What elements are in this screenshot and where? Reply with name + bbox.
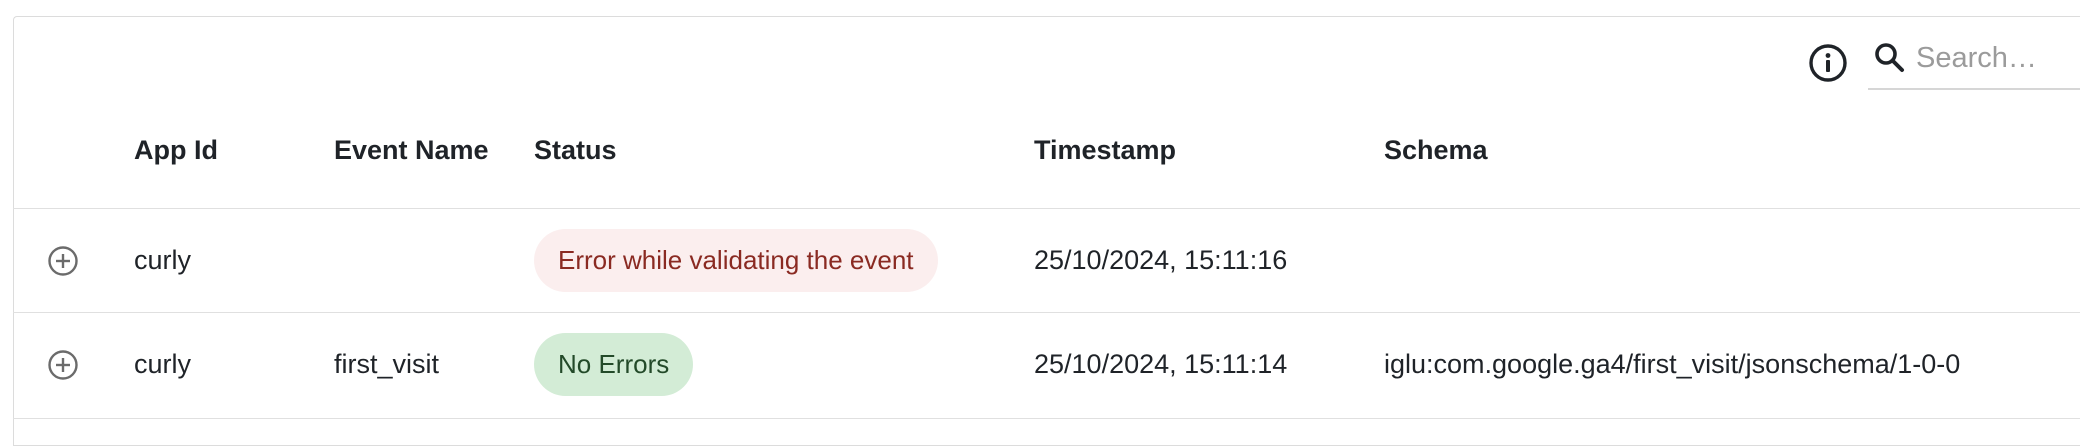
cell-timestamp: 25/10/2024, 15:11:14 — [1034, 349, 1288, 379]
column-header-status[interactable]: Status — [534, 135, 617, 166]
status-badge: No Errors — [534, 333, 694, 396]
column-header-app-id[interactable]: App Id — [134, 135, 218, 166]
column-header-schema[interactable]: Schema — [1384, 135, 1488, 166]
row-divider — [13, 312, 2080, 313]
cell-event-name: first_visit — [334, 349, 440, 379]
search-field[interactable] — [1868, 36, 2080, 90]
column-header-timestamp[interactable]: Timestamp — [1034, 135, 1176, 166]
search-icon — [1875, 43, 1904, 72]
info-icon[interactable] — [1808, 43, 1848, 83]
status-badge: Error while validating the event — [534, 229, 938, 292]
events-table-panel — [13, 16, 2080, 446]
expand-row-icon[interactable] — [47, 349, 79, 381]
cell-app-id: curly — [134, 349, 192, 379]
cell-app-id: curly — [134, 245, 192, 275]
cell-timestamp: 25/10/2024, 15:11:16 — [1034, 245, 1288, 275]
row-divider — [13, 418, 2080, 419]
cell-schema: iglu:com.google.ga4/first_visit/jsonsche… — [1384, 349, 1961, 379]
expand-row-icon[interactable] — [47, 245, 79, 277]
header-divider — [13, 208, 2080, 209]
column-header-event-name[interactable]: Event Name — [334, 135, 489, 166]
search-input[interactable] — [1916, 36, 2080, 80]
